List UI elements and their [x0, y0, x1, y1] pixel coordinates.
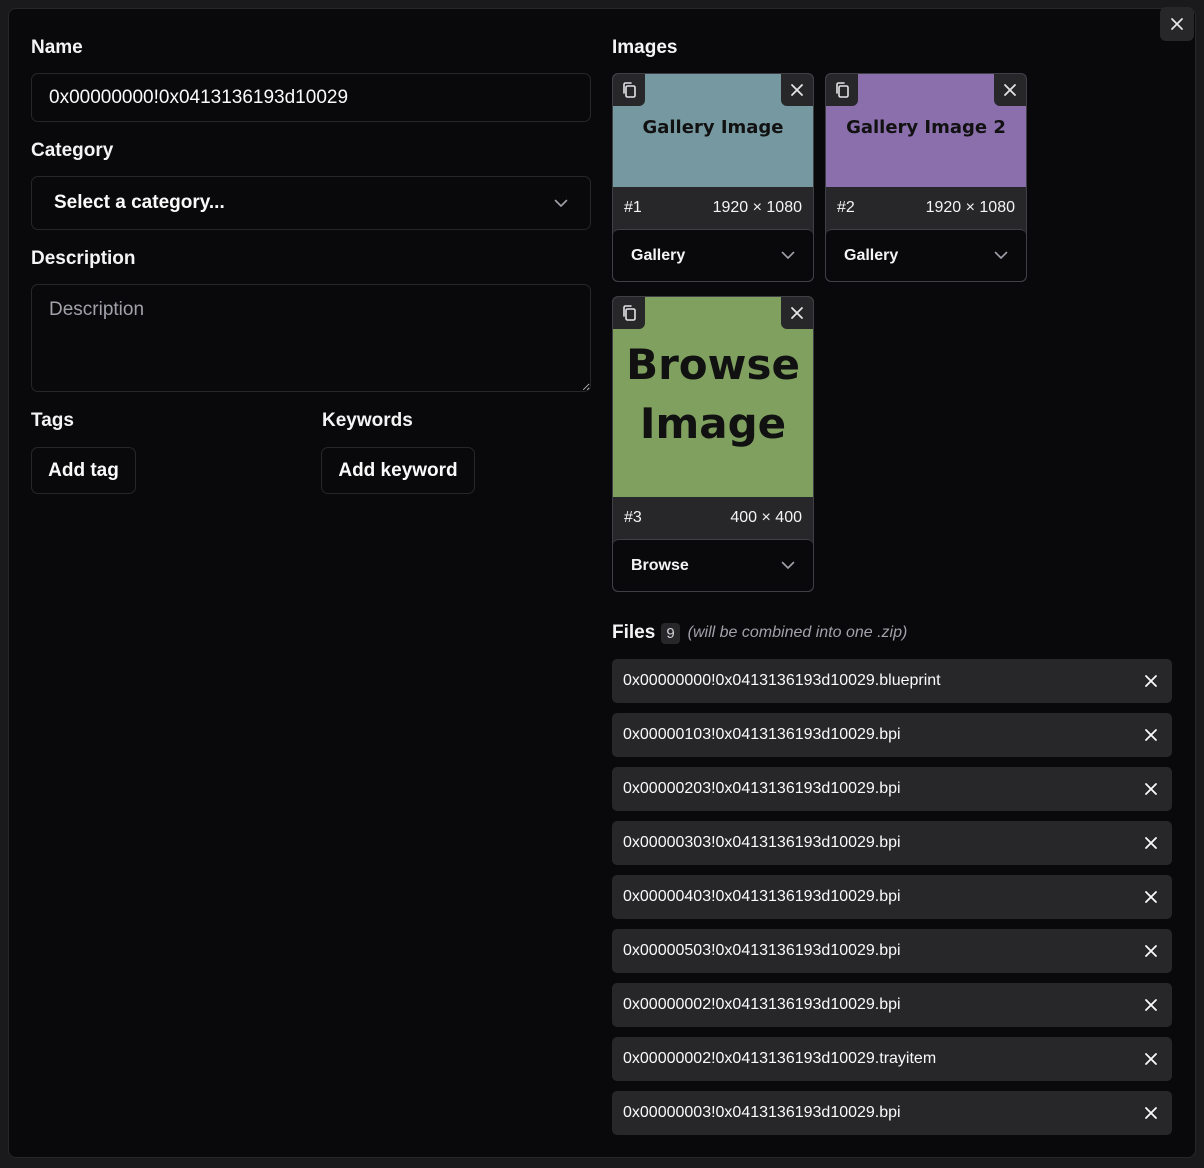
file-name: 0x00000002!0x0413136193d10029.trayitem — [623, 1050, 937, 1067]
name-label: Name — [31, 37, 83, 58]
image-index: #2 — [837, 199, 855, 216]
description-label: Description — [31, 248, 136, 269]
image-type-select[interactable]: Gallery — [826, 229, 1026, 281]
file-row: 0x00000000!0x0413136193d10029.blueprint — [612, 659, 1172, 703]
close-icon — [1144, 890, 1158, 904]
file-row: 0x00000002!0x0413136193d10029.bpi — [612, 983, 1172, 1027]
description-input[interactable] — [31, 284, 591, 392]
close-icon — [1144, 836, 1158, 850]
image-type-select[interactable]: Browse — [613, 539, 813, 591]
image-preview-text: Gallery Image 2 — [846, 117, 1006, 138]
copy-image-button[interactable] — [613, 74, 645, 106]
close-icon — [1144, 1106, 1158, 1120]
remove-image-button[interactable] — [781, 74, 813, 106]
file-row: 0x00000303!0x0413136193d10029.bpi — [612, 821, 1172, 865]
close-icon — [1144, 782, 1158, 796]
image-meta: #2 1920 × 1080 — [826, 187, 1026, 229]
category-select[interactable]: Select a category... — [31, 176, 591, 230]
file-name: 0x00000303!0x0413136193d10029.bpi — [623, 834, 901, 851]
tags-label: Tags — [31, 410, 74, 431]
image-meta: #3 400 × 400 — [613, 497, 813, 539]
close-icon — [1144, 674, 1158, 688]
close-icon — [790, 83, 804, 97]
file-row: 0x00000503!0x0413136193d10029.bpi — [612, 929, 1172, 973]
files-label: Files — [612, 622, 656, 643]
chevron-down-icon — [781, 561, 795, 570]
image-preview: Gallery Image — [613, 74, 813, 187]
remove-file-button[interactable] — [1141, 1049, 1161, 1069]
dialog-close-button[interactable] — [1160, 7, 1194, 41]
image-type-value: Browse — [631, 556, 689, 574]
close-icon — [1144, 998, 1158, 1012]
file-name: 0x00000103!0x0413136193d10029.bpi — [623, 726, 901, 743]
image-type-value: Gallery — [631, 246, 686, 264]
image-index: #1 — [624, 199, 642, 216]
image-card: Gallery Image #1 1920 × 1080 Gallery — [612, 73, 814, 282]
file-list: 0x00000000!0x0413136193d10029.blueprint … — [612, 659, 1172, 1145]
close-icon — [790, 306, 804, 320]
remove-file-button[interactable] — [1141, 995, 1161, 1015]
close-icon — [1144, 728, 1158, 742]
category-label: Category — [31, 140, 114, 161]
remove-image-button[interactable] — [781, 297, 813, 329]
file-name: 0x00000203!0x0413136193d10029.bpi — [623, 780, 901, 797]
remove-file-button[interactable] — [1141, 725, 1161, 745]
image-dimensions: 400 × 400 — [730, 509, 802, 526]
file-name: 0x00000002!0x0413136193d10029.bpi — [623, 996, 901, 1013]
close-icon — [1144, 944, 1158, 958]
image-type-value: Gallery — [844, 246, 899, 264]
category-select-value: Select a category... — [54, 192, 225, 213]
copy-icon — [834, 81, 850, 99]
file-row: 0x00000003!0x0413136193d10029.bpi — [612, 1091, 1172, 1135]
image-preview: Browse Image — [613, 297, 813, 497]
image-dimensions: 1920 × 1080 — [925, 199, 1015, 216]
copy-image-button[interactable] — [826, 74, 858, 106]
image-index: #3 — [624, 509, 642, 526]
file-row: 0x00000103!0x0413136193d10029.bpi — [612, 713, 1172, 757]
close-icon — [1170, 17, 1184, 31]
image-card: Browse Image #3 400 × 400 Browse — [612, 296, 814, 592]
remove-file-button[interactable] — [1141, 833, 1161, 853]
remove-file-button[interactable] — [1141, 941, 1161, 961]
files-header: Files 9 (will be combined into one .zip) — [612, 622, 907, 644]
images-label: Images — [612, 37, 678, 58]
file-name: 0x00000003!0x0413136193d10029.bpi — [623, 1104, 901, 1121]
remove-file-button[interactable] — [1141, 671, 1161, 691]
files-zip-note: (will be combined into one .zip) — [687, 624, 908, 641]
copy-image-button[interactable] — [613, 297, 645, 329]
files-count-badge: 9 — [661, 622, 680, 644]
copy-icon — [621, 81, 637, 99]
image-preview-text: Gallery Image — [642, 117, 784, 138]
file-name: 0x00000503!0x0413136193d10029.bpi — [623, 942, 901, 959]
add-tag-button[interactable]: Add tag — [31, 447, 136, 494]
remove-file-button[interactable] — [1141, 887, 1161, 907]
close-icon — [1003, 83, 1017, 97]
chevron-down-icon — [994, 251, 1008, 260]
file-name: 0x00000403!0x0413136193d10029.bpi — [623, 888, 901, 905]
file-row: 0x00000002!0x0413136193d10029.trayitem — [612, 1037, 1172, 1081]
remove-file-button[interactable] — [1141, 779, 1161, 799]
add-keyword-button[interactable]: Add keyword — [321, 447, 475, 494]
image-card: Gallery Image 2 #2 1920 × 1080 Gallery — [825, 73, 1027, 282]
remove-file-button[interactable] — [1141, 1103, 1161, 1123]
copy-icon — [621, 304, 637, 322]
file-row: 0x00000403!0x0413136193d10029.bpi — [612, 875, 1172, 919]
chevron-down-icon — [781, 251, 795, 260]
image-type-select[interactable]: Gallery — [613, 229, 813, 281]
file-name: 0x00000000!0x0413136193d10029.blueprint — [623, 672, 941, 689]
remove-image-button[interactable] — [994, 74, 1026, 106]
name-input[interactable] — [31, 73, 591, 122]
image-preview-text: Browse Image — [626, 340, 800, 448]
image-preview: Gallery Image 2 — [826, 74, 1026, 187]
image-dimensions: 1920 × 1080 — [712, 199, 802, 216]
keywords-label: Keywords — [322, 410, 413, 431]
image-meta: #1 1920 × 1080 — [613, 187, 813, 229]
close-icon — [1144, 1052, 1158, 1066]
chevron-down-icon — [554, 199, 568, 208]
file-row: 0x00000203!0x0413136193d10029.bpi — [612, 767, 1172, 811]
